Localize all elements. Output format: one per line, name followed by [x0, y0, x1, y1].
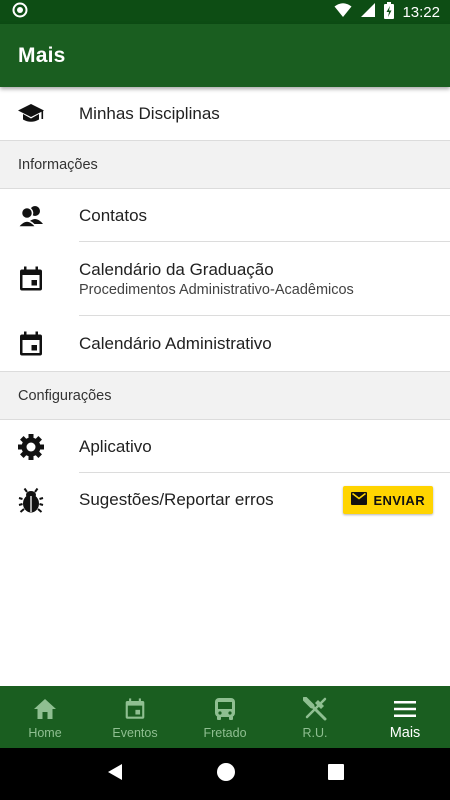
list-item-calendario-graduacao[interactable]: Calendário da Graduação Procedimentos Ad… [0, 242, 450, 316]
nav-item-eventos[interactable]: Eventos [90, 686, 180, 748]
app-bar: Mais [0, 24, 450, 87]
signal-icon [360, 2, 376, 22]
restaurant-icon [303, 696, 327, 722]
bottom-navigation: Home Eventos Fretado R.U. Mais [0, 686, 450, 748]
calendar-icon [124, 696, 146, 722]
nav-item-mais[interactable]: Mais [360, 686, 450, 748]
list-item-title: Calendário Administrativo [79, 333, 272, 353]
gear-icon [17, 433, 45, 461]
nav-item-fretado[interactable]: Fretado [180, 686, 270, 748]
notification-icon [12, 2, 28, 23]
nav-item-home[interactable]: Home [0, 686, 90, 748]
mail-icon [351, 492, 368, 508]
nav-label: R.U. [302, 726, 328, 740]
nav-label: Fretado [203, 726, 247, 740]
list-item-aplicativo[interactable]: Aplicativo [0, 420, 450, 473]
wifi-icon [334, 2, 352, 22]
system-navigation-bar [0, 748, 450, 800]
list-item-contatos[interactable]: Contatos [0, 189, 450, 242]
list-item-minhas-disciplinas[interactable]: Minhas Disciplinas [0, 87, 450, 140]
list-item-title: Aplicativo [79, 436, 152, 456]
status-bar: 13:22 [0, 0, 450, 24]
list-item-title: Minhas Disciplinas [79, 103, 220, 123]
menu-icon [394, 696, 416, 722]
nav-label: Eventos [112, 726, 158, 740]
nav-label: Mais [389, 725, 421, 741]
menu-list: Minhas Disciplinas Informações Contatos … [0, 87, 450, 686]
list-item-sugestoes[interactable]: Sugestões/Reportar erros ENVIAR [0, 473, 450, 527]
send-button[interactable]: ENVIAR [343, 486, 433, 514]
send-button-label: ENVIAR [373, 492, 425, 508]
calendar-icon [17, 265, 45, 293]
home-icon [33, 696, 57, 722]
graduation-cap-icon [17, 100, 45, 128]
list-item-calendario-administrativo[interactable]: Calendário Administrativo [0, 316, 450, 371]
bus-icon [214, 696, 236, 722]
section-header-informacoes: Informações [0, 140, 450, 189]
battery-icon [384, 1, 395, 23]
recents-icon[interactable] [328, 763, 344, 785]
nav-item-ru[interactable]: R.U. [270, 686, 360, 748]
page-title: Mais [18, 43, 66, 67]
contacts-icon [17, 202, 45, 230]
list-item-title: Calendário da Graduação [79, 260, 274, 279]
bug-icon [17, 486, 45, 514]
back-icon[interactable] [106, 763, 124, 786]
list-item-subtitle: Procedimentos Administrativo-Acadêmicos [79, 282, 354, 298]
calendar-icon [17, 330, 45, 358]
list-item-title: Contatos [79, 205, 148, 225]
clock: 13:22 [402, 3, 440, 21]
section-header-configuracoes: Configurações [0, 371, 450, 420]
home-button-icon[interactable] [216, 762, 236, 787]
nav-label: Home [28, 726, 62, 740]
